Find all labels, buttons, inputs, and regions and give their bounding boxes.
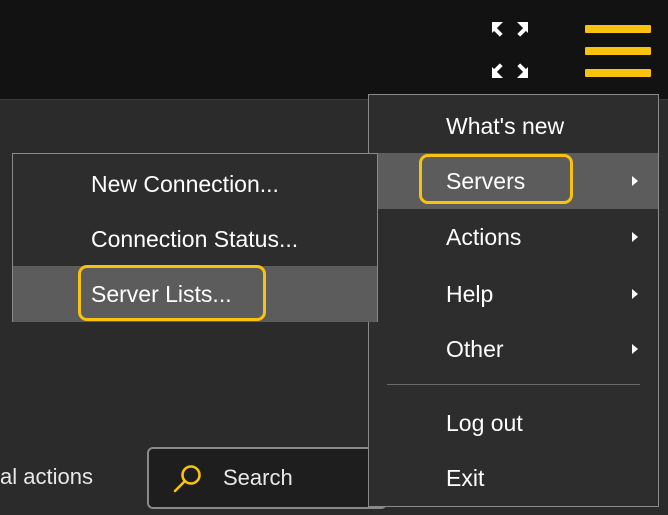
menu-item-label: Connection Status...	[91, 225, 299, 252]
chevron-right-icon	[632, 176, 638, 186]
menu-item-label: What's new	[446, 112, 565, 139]
menu-item-servers[interactable]: Servers	[369, 153, 658, 209]
menu-item-label: Log out	[446, 409, 523, 436]
menu-item-label: Server Lists...	[91, 280, 232, 307]
menu-item-label: Help	[446, 280, 494, 307]
menu-item-whats-new[interactable]: What's new	[369, 98, 658, 154]
menu-item-other[interactable]: Other	[369, 321, 658, 377]
menu-item-label: Other	[446, 335, 504, 362]
menu-item-exit[interactable]: Exit	[369, 450, 658, 506]
menu-item-actions[interactable]: Actions	[369, 209, 658, 265]
menu-item-help[interactable]: Help	[369, 266, 658, 322]
menu-item-label: New Connection...	[91, 170, 279, 197]
fullscreen-icon[interactable]	[492, 22, 528, 78]
top-bar	[0, 0, 668, 100]
submenu-item-new-connection[interactable]: New Connection...	[13, 156, 377, 212]
chevron-right-icon	[632, 289, 638, 299]
menu-item-label: Servers	[446, 167, 526, 194]
menu-divider	[387, 384, 640, 385]
chevron-right-icon	[632, 344, 638, 354]
search-input[interactable]: Search	[147, 447, 387, 509]
menu-item-log-out[interactable]: Log out	[369, 395, 658, 451]
menu-item-label: Exit	[446, 464, 485, 491]
submenu-item-connection-status[interactable]: Connection Status...	[13, 211, 377, 267]
main-menu: What's new Servers Actions Help Other Lo…	[368, 94, 659, 507]
search-placeholder: Search	[223, 465, 293, 490]
servers-submenu: New Connection... Connection Status... S…	[12, 153, 378, 322]
chevron-right-icon	[632, 232, 638, 242]
hamburger-menu-icon[interactable]	[585, 25, 651, 77]
menu-item-label: Actions	[446, 223, 522, 250]
search-icon	[173, 465, 201, 493]
submenu-item-server-lists[interactable]: Server Lists...	[13, 266, 377, 322]
actions-tab-label[interactable]: al actions	[0, 464, 93, 490]
